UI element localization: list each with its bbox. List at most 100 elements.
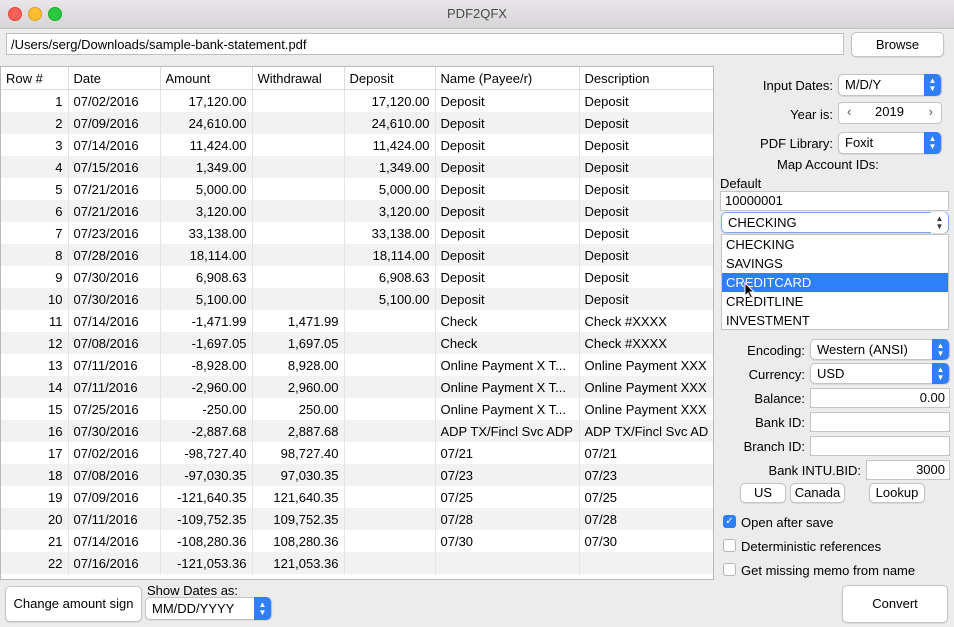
table-cell[interactable]: 1,349.00 xyxy=(160,156,253,178)
table-cell[interactable]: Online Payment X T... xyxy=(435,398,580,420)
table-cell[interactable]: 07/11/2016 xyxy=(68,508,161,530)
table-cell[interactable]: Deposit xyxy=(579,222,713,244)
table-cell[interactable]: Online Payment X T... xyxy=(435,376,580,398)
table-cell[interactable]: 07/08/2016 xyxy=(68,464,161,486)
open-after-save-checkbox[interactable]: ✓ xyxy=(723,515,736,528)
table-cell[interactable]: Check #XXXX xyxy=(579,310,713,332)
table-cell[interactable]: 07/28 xyxy=(579,508,713,530)
currency-select[interactable]: USD ▲ ▼ xyxy=(810,363,950,384)
table-cell[interactable]: Online Payment XXX xyxy=(579,398,713,420)
table-cell[interactable]: -8,928.00 xyxy=(160,354,253,376)
table-cell[interactable]: 6 xyxy=(1,200,69,222)
table-cell[interactable]: 14 xyxy=(1,376,69,398)
table-cell[interactable]: 17,120.00 xyxy=(160,89,253,112)
table-cell[interactable]: 5 xyxy=(1,178,69,200)
table-cell[interactable]: 07/30/2016 xyxy=(68,266,161,288)
table-cell[interactable] xyxy=(252,244,345,266)
table-cell[interactable]: Deposit xyxy=(579,156,713,178)
table-cell[interactable]: Deposit xyxy=(435,156,580,178)
table-cell[interactable]: 7 xyxy=(1,222,69,244)
table-row[interactable]: 1 07/02/2016 17,120.00 17,120.00 Deposit Depo… xyxy=(1,89,713,112)
table-cell[interactable] xyxy=(344,420,436,442)
table-cell[interactable]: Online Payment XXX xyxy=(579,354,713,376)
canada-button[interactable]: Canada xyxy=(790,483,845,503)
table-cell[interactable]: Deposit xyxy=(579,134,713,156)
table-cell[interactable]: 07/21 xyxy=(579,442,713,464)
table-cell[interactable]: 8 xyxy=(1,244,69,266)
column-header[interactable]: Row # xyxy=(1,67,69,90)
table-cell[interactable]: ADP TX/Fincl Svc AD xyxy=(579,420,713,442)
table-cell[interactable]: Online Payment X T... xyxy=(435,354,580,376)
table-cell[interactable]: ADP TX/Fincl Svc ADP xyxy=(435,420,580,442)
table-cell[interactable]: Deposit xyxy=(579,112,713,134)
table-cell[interactable]: -98,727.40 xyxy=(160,442,253,464)
table-cell[interactable]: 11,424.00 xyxy=(160,134,253,156)
input-dates-select[interactable]: M/D/Y ▲ ▼ xyxy=(838,74,942,96)
table-cell[interactable]: 07/09/2016 xyxy=(68,112,161,134)
table-cell[interactable]: 3 xyxy=(1,134,69,156)
table-row[interactable]: 5 07/21/2016 5,000.00 5,000.00 Deposit Deposi… xyxy=(1,178,713,200)
table-row[interactable]: 2 07/09/2016 24,610.00 24,610.00 Deposit Depo… xyxy=(1,112,713,134)
table-cell[interactable]: 07/08/2016 xyxy=(68,332,161,354)
lookup-button[interactable]: Lookup xyxy=(869,483,925,503)
table-cell[interactable]: 9 xyxy=(1,266,69,288)
table-cell[interactable]: -121,640.35 xyxy=(160,486,253,508)
table-cell[interactable]: 18,114.00 xyxy=(344,244,436,266)
table-cell[interactable]: 11,424.00 xyxy=(344,134,436,156)
table-cell[interactable]: 4 xyxy=(1,156,69,178)
table-cell[interactable] xyxy=(252,178,345,200)
table-cell[interactable]: 121,640.35 xyxy=(252,486,345,508)
table-cell[interactable]: 07/25/2016 xyxy=(68,398,161,420)
table-cell[interactable] xyxy=(344,332,436,354)
table-cell[interactable]: 07/11/2016 xyxy=(68,354,161,376)
account-id-input[interactable]: 10000001 xyxy=(720,191,949,211)
table-row[interactable]: 7 07/23/2016 33,138.00 33,138.00 Deposit Depo… xyxy=(1,222,713,244)
table-cell[interactable]: 07/02/2016 xyxy=(68,89,161,112)
table-cell[interactable]: 07/23 xyxy=(579,464,713,486)
table-row[interactable]: 17 07/02/2016 -98,727.40 98,727.40 07/21 07/2… xyxy=(1,442,713,464)
table-cell[interactable]: Deposit xyxy=(579,266,713,288)
table-cell[interactable] xyxy=(344,310,436,332)
table-cell[interactable] xyxy=(252,222,345,244)
intu-bid-input[interactable]: 3000 xyxy=(866,460,950,480)
table-cell[interactable]: 07/02/2016 xyxy=(68,442,161,464)
table-cell[interactable]: 22 xyxy=(1,552,69,574)
table-cell[interactable]: 24,610.00 xyxy=(160,112,253,134)
table-cell[interactable]: Check xyxy=(435,332,580,354)
table-cell[interactable]: 07/28/2016 xyxy=(68,244,161,266)
browse-button[interactable]: Browse xyxy=(851,32,944,57)
table-cell[interactable]: Online Payment XXX xyxy=(579,376,713,398)
chevron-left-icon[interactable]: ‹ xyxy=(847,104,851,119)
table-cell[interactable] xyxy=(344,486,436,508)
column-header[interactable]: Withdrawal xyxy=(252,67,345,90)
balance-input[interactable]: 0.00 xyxy=(810,388,950,408)
table-cell[interactable]: 16 xyxy=(1,420,69,442)
table-row[interactable]: 9 07/30/2016 6,908.63 6,908.63 Deposit Deposi… xyxy=(1,266,713,288)
table-cell[interactable]: 11 xyxy=(1,310,69,332)
table-cell[interactable]: 15 xyxy=(1,398,69,420)
table-cell[interactable]: Deposit xyxy=(435,288,580,310)
table-cell[interactable]: 20 xyxy=(1,508,69,530)
table-row[interactable]: 14 07/11/2016 -2,960.00 2,960.00 Online Paym… xyxy=(1,376,713,398)
table-cell[interactable]: Deposit xyxy=(435,178,580,200)
table-cell[interactable]: 07/14/2016 xyxy=(68,310,161,332)
table-cell[interactable] xyxy=(252,288,345,310)
table-cell[interactable]: 17,120.00 xyxy=(344,89,436,112)
table-cell[interactable] xyxy=(344,464,436,486)
table-cell[interactable]: 3,120.00 xyxy=(160,200,253,222)
table-row[interactable]: 16 07/30/2016 -2,887.68 2,887.68 ADP TX/Finc… xyxy=(1,420,713,442)
table-row[interactable]: 6 07/21/2016 3,120.00 3,120.00 Deposit Deposi… xyxy=(1,200,713,222)
table-cell[interactable]: Deposit xyxy=(435,134,580,156)
table-cell[interactable]: 07/23/2016 xyxy=(68,222,161,244)
table-cell[interactable]: -1,697.05 xyxy=(160,332,253,354)
table-cell[interactable]: 3,120.00 xyxy=(344,200,436,222)
table-cell[interactable]: 07/21/2016 xyxy=(68,178,161,200)
table-cell[interactable]: Deposit xyxy=(579,200,713,222)
table-cell[interactable]: 07/16/2016 xyxy=(68,552,161,574)
table-cell[interactable]: 109,752.35 xyxy=(252,508,345,530)
table-cell[interactable] xyxy=(252,200,345,222)
table-cell[interactable]: 07/23 xyxy=(435,464,580,486)
table-cell[interactable] xyxy=(344,376,436,398)
column-header[interactable]: Date xyxy=(68,67,161,90)
table-cell[interactable] xyxy=(252,112,345,134)
